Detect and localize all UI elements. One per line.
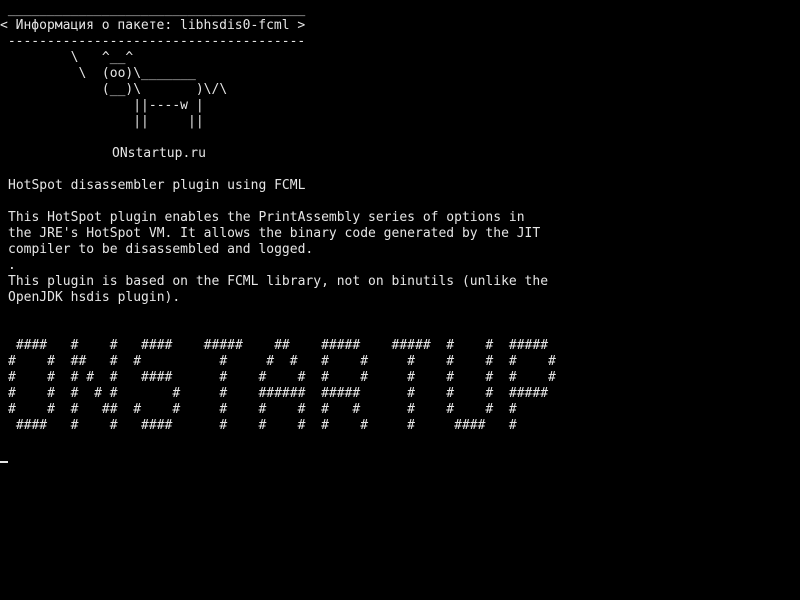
package-header: ______________________________________ <… (0, 2, 305, 50)
header-rule-top: ______________________________________ (0, 2, 306, 17)
description-line: This plugin is based on the FCML library… (8, 274, 549, 289)
terminal-screen[interactable]: ______________________________________ <… (0, 0, 800, 600)
banner-line: # # # ## # # # # # # # # # # # (8, 402, 517, 417)
description-line: compiler to be disassembled and logged. (8, 242, 314, 257)
terminal-cursor (0, 461, 8, 463)
site-label: ONstartup.ru (112, 146, 206, 161)
description-line: the JRE's HotSpot VM. It allows the bina… (8, 226, 541, 241)
banner-line: #### # # #### # # # # # # #### # (8, 418, 517, 433)
banner-line: # # ## # # # # # # # # # # # # (8, 354, 556, 369)
ascii-banner: #### # # #### ##### ## ##### ##### # # #… (8, 338, 556, 434)
ascii-cow-art: \ ^__^ \ (oo)\_______ (__)\ )\/\ ||----w… (8, 50, 228, 130)
package-description: This HotSpot plugin enables the PrintAss… (8, 210, 548, 306)
description-line: . (8, 258, 16, 273)
description-line: OpenJDK hsdis plugin). (8, 290, 181, 305)
header-rule-bottom: -------------------------------------- (0, 34, 306, 49)
description-line: This HotSpot plugin enables the PrintAss… (8, 210, 525, 225)
cow-line: \ (oo)\_______ (8, 66, 196, 81)
package-title: HotSpot disassembler plugin using FCML (8, 178, 306, 193)
cow-line: (__)\ )\/\ (8, 82, 228, 97)
banner-line: #### # # #### ##### ## ##### ##### # # #… (8, 338, 549, 353)
banner-line: # # # # # #### # # # # # # # # # # (8, 370, 556, 385)
cow-line: \ ^__^ (8, 50, 134, 65)
header-title: < Информация о пакете: libhsdis0-fcml > (0, 18, 306, 33)
cow-line: ||----w | (8, 98, 204, 113)
banner-line: # # # # # # # ###### ##### # # # ##### (8, 386, 549, 401)
cow-line: || || (8, 114, 204, 129)
